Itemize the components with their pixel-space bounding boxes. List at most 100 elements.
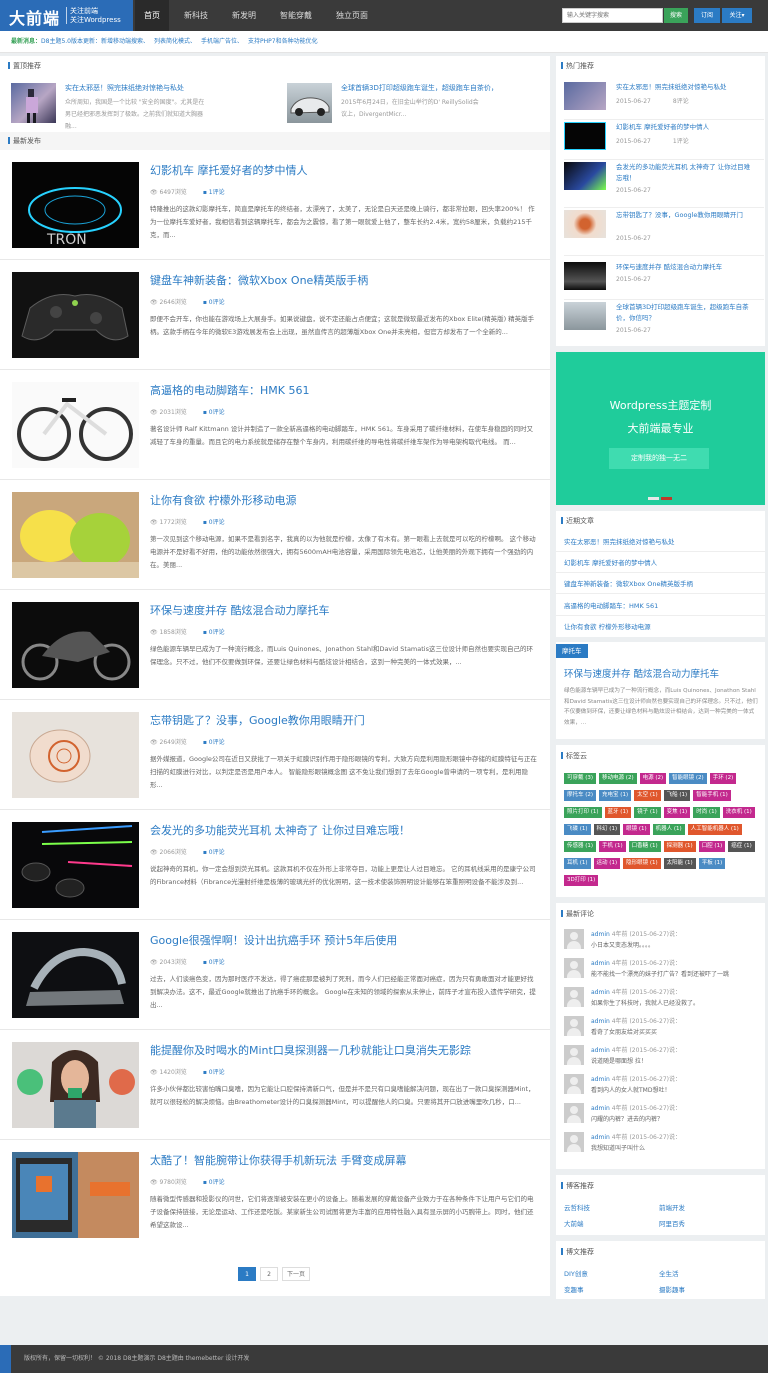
comment-item[interactable]: admin 4年前 (2015-06-27)说： 我想知道叫子叫什么 bbox=[564, 1132, 764, 1158]
comment-item[interactable]: admin 4年前 (2015-06-27)说： 看奇了女朋友给对买买买 bbox=[564, 1016, 764, 1042]
pinned-item-title[interactable]: 实在太邪恶！照完抹纸绝对惊艳与私处 bbox=[65, 83, 184, 93]
tag-item[interactable]: 智能手机 (1) bbox=[693, 790, 731, 801]
pinned-item-title[interactable]: 全球首辆3D打印超级跑车诞生，超级跑车自茶价， bbox=[341, 83, 498, 93]
hot-item[interactable]: 实在太邪恶！照完抹纸绝对惊艳与私处 2015-06-27 8评论 bbox=[564, 82, 764, 120]
tag-item[interactable]: 飞船 (1) bbox=[663, 790, 691, 801]
hot-item-title[interactable]: 幻影机车 摩托爱好者的梦中情人 bbox=[616, 122, 756, 133]
hot-item-title[interactable]: 会发光的多功能荧光耳机 太神奇了 让你过目难忘哦！ bbox=[616, 162, 756, 184]
tag-item[interactable]: 机器人 (1) bbox=[652, 824, 685, 835]
post-thumbnail[interactable] bbox=[12, 382, 139, 468]
tag-item[interactable]: 智能眼镜 (2) bbox=[669, 773, 707, 784]
recent-item[interactable]: 高逼格的电动脚踏车：HMK 561 bbox=[564, 600, 658, 610]
post-title[interactable]: 让你有食欲 柠檬外形移动电源 bbox=[150, 492, 297, 508]
hot-item-title[interactable]: 环保与速度并存 酷炫混合动力摩托车 bbox=[616, 262, 756, 273]
comment-item[interactable]: admin 4年前 (2015-06-27)说： 看到内人的女人就TMD想吐！ bbox=[564, 1074, 764, 1100]
slide-dot[interactable] bbox=[661, 497, 672, 500]
tag-item[interactable]: 洗衣机 (1) bbox=[722, 807, 755, 818]
tag-item[interactable]: 摩托车 (2) bbox=[564, 790, 597, 801]
pinned-item[interactable]: 全球首辆3D打印超级跑车诞生，超级跑车自茶价， 2015年6月24日，在旧金山举… bbox=[287, 83, 547, 131]
post-title[interactable]: 能提醒你及时喝水的Mint口臭探测器一几秒就能让口臭消失无影踪 bbox=[150, 1042, 471, 1058]
post-comments-link[interactable]: ▪ 1评论 bbox=[203, 189, 225, 196]
post-thumbnail[interactable]: TRON bbox=[12, 162, 139, 248]
tag-item[interactable]: 时尚 (1) bbox=[693, 807, 720, 818]
post-comments-link[interactable]: ▪ 0评论 bbox=[203, 629, 225, 636]
tag-item[interactable]: 眼镜 (1) bbox=[623, 824, 650, 835]
tag-item[interactable]: 传感器 (1) bbox=[564, 841, 597, 852]
tag-item[interactable]: 蓝牙 (1) bbox=[604, 807, 632, 818]
recent-item[interactable]: 实在太邪恶！照完抹纸绝对惊艳与私处 bbox=[564, 536, 675, 546]
hot-item-title[interactable]: 全球首辆3D打印超级跑车诞生，超级跑车自茶价，你信吗？ bbox=[616, 302, 756, 324]
post-title[interactable]: 太酷了！智能腕带让你获得手机新玩法 手臂变成屏幕 bbox=[150, 1152, 407, 1168]
tag-item[interactable]: 充电宝 (1) bbox=[599, 790, 632, 801]
slide-dot[interactable] bbox=[648, 497, 659, 500]
tag-item[interactable]: 手机 (1) bbox=[599, 841, 626, 852]
tag-item[interactable]: 隐形眼镜 (1) bbox=[623, 858, 661, 869]
notice-item[interactable]: D8主题5.0版本更新：新增移动端搜索、 bbox=[41, 38, 149, 45]
feature-title[interactable]: 环保与速度并存 酷炫混合动力摩托车 bbox=[564, 666, 719, 680]
comment-item[interactable]: admin 4年前 (2015-06-27)说： 如果你生了科技时，我就人已经没救… bbox=[564, 987, 764, 1013]
post-thumbnail[interactable] bbox=[12, 1152, 139, 1238]
tag-item[interactable]: 运动 (1) bbox=[593, 858, 621, 869]
post-thumbnail[interactable] bbox=[12, 932, 139, 1018]
pinned-item[interactable]: 实在太邪恶！照完抹纸绝对惊艳与私处 众所周知，我国是一个比较 "安全的国度"。尤… bbox=[11, 83, 271, 131]
subscribe-button[interactable]: 订阅 bbox=[694, 8, 720, 23]
post-comments-link[interactable]: ▪ 0评论 bbox=[203, 739, 225, 746]
search-button[interactable]: 搜索 bbox=[664, 8, 688, 23]
nav-new-invention[interactable]: 新发明 bbox=[223, 0, 265, 31]
recent-item[interactable]: 让你有食欲 柠檬外形移动电源 bbox=[564, 621, 651, 631]
nav-home[interactable]: 首页 bbox=[135, 0, 169, 31]
search-input[interactable] bbox=[562, 8, 663, 23]
post-rec-link[interactable]: DIY创意 bbox=[564, 1268, 588, 1278]
comment-item[interactable]: admin 4年前 (2015-06-27)说： 小日本又变态发明。。。。 bbox=[564, 929, 764, 955]
tag-item[interactable]: 癌症 (1) bbox=[728, 841, 755, 852]
post-comments-link[interactable]: ▪ 0评论 bbox=[203, 519, 225, 526]
post-comments-link[interactable]: ▪ 0评论 bbox=[203, 1179, 225, 1186]
tag-item[interactable]: 3D打印 (1) bbox=[564, 875, 599, 886]
post-title[interactable]: 会发光的多功能荧光耳机 太神奇了 让你过目难忘哦！ bbox=[150, 822, 410, 838]
notice-item[interactable]: 列表简化模式、 bbox=[154, 38, 196, 45]
post-thumbnail[interactable] bbox=[12, 272, 139, 358]
blogroll-link[interactable]: 阿里百秀 bbox=[659, 1218, 685, 1228]
tag-item[interactable]: 太空 (1) bbox=[634, 790, 661, 801]
hot-item[interactable]: 幻影机车 摩托爱好者的梦中情人 2015-06-27 1评论 bbox=[564, 122, 764, 160]
blogroll-link[interactable]: 大前端 bbox=[564, 1218, 584, 1228]
post-title[interactable]: 忘带钥匙了？没事，Google教你用眼睛开门 bbox=[150, 712, 365, 728]
notice-item[interactable]: 手机端广告位、 bbox=[201, 38, 243, 45]
post-comments-link[interactable]: ▪ 0评论 bbox=[203, 959, 225, 966]
post-title[interactable]: 幻影机车 摩托爱好者的梦中情人 bbox=[150, 162, 308, 178]
hot-item-title[interactable]: 实在太邪恶！照完抹纸绝对惊艳与私处 bbox=[616, 82, 756, 93]
post-thumbnail[interactable] bbox=[12, 1042, 139, 1128]
tag-item[interactable]: 平板 (1) bbox=[698, 858, 726, 869]
post-comments-link[interactable]: ▪ 0评论 bbox=[203, 849, 225, 856]
nav-wearables[interactable]: 智能穿戴 bbox=[271, 0, 321, 31]
post-thumbnail[interactable] bbox=[12, 492, 139, 578]
blogroll-link[interactable]: 云哲科技 bbox=[564, 1202, 590, 1212]
tag-item[interactable]: 科幻 (1) bbox=[593, 824, 621, 835]
tag-item[interactable]: 飞碟 (1) bbox=[564, 824, 591, 835]
post-title[interactable]: 环保与速度并存 酷炫混合动力摩托车 bbox=[150, 602, 330, 618]
tag-item[interactable]: 手环 (2) bbox=[709, 773, 737, 784]
post-rec-link[interactable]: 变趣事 bbox=[564, 1284, 584, 1294]
follow-button[interactable]: 关注▾ bbox=[722, 8, 752, 23]
post-thumbnail[interactable] bbox=[12, 602, 139, 688]
feature-badge[interactable]: 摩托车 bbox=[556, 644, 588, 658]
notice-item[interactable]: 支持PHP7和各种功能优化 bbox=[248, 38, 318, 45]
tag-item[interactable]: 口香糖 (1) bbox=[628, 841, 661, 852]
tag-item[interactable]: 口腔 (1) bbox=[698, 841, 726, 852]
post-thumbnail[interactable] bbox=[12, 822, 139, 908]
next-page-button[interactable]: 下一页 bbox=[282, 1267, 311, 1281]
tag-item[interactable]: 探测器 (1) bbox=[663, 841, 696, 852]
nav-new-tech[interactable]: 新科技 bbox=[175, 0, 217, 31]
hot-item[interactable]: 环保与速度并存 酷炫混合动力摩托车 2015-06-27 bbox=[564, 262, 764, 300]
post-comments-link[interactable]: ▪ 0评论 bbox=[203, 1069, 225, 1076]
post-title[interactable]: 高逼格的电动脚踏车：HMK 561 bbox=[150, 382, 309, 398]
post-rec-link[interactable]: 摄影趣事 bbox=[659, 1284, 685, 1294]
nav-page[interactable]: 独立页面 bbox=[327, 0, 377, 31]
tag-item[interactable]: 移动电源 (2) bbox=[599, 773, 637, 784]
post-comments-link[interactable]: ▪ 0评论 bbox=[203, 409, 225, 416]
tag-item[interactable]: 变焦 (1) bbox=[663, 807, 691, 818]
post-title[interactable]: Google很强悍啊！设计出抗癌手环 预计5年后使用 bbox=[150, 932, 397, 948]
tag-item[interactable]: 人工智能机器人 (1) bbox=[687, 824, 742, 835]
hot-item[interactable]: 会发光的多功能荧光耳机 太神奇了 让你过目难忘哦！ 2015-06-27 bbox=[564, 162, 764, 208]
tag-item[interactable]: 照片打印 (1) bbox=[564, 807, 602, 818]
